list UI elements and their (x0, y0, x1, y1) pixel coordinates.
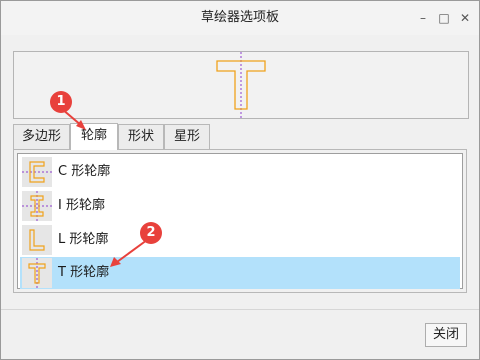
list-item-label: L 形轮廓 (58, 232, 109, 247)
list-item-label: T 形轮廓 (58, 265, 110, 280)
tab-star[interactable]: 星形 (164, 124, 210, 149)
list-item-label: I 形轮廓 (58, 198, 105, 213)
close-window-icon[interactable]: ✕ (457, 10, 473, 26)
minimize-icon[interactable]: – (415, 10, 431, 26)
tab-profile[interactable]: 轮廓 (70, 123, 118, 150)
annotation-marker-1: 1 (50, 91, 72, 113)
list-item-label: C 形轮廓 (58, 164, 111, 179)
title-bar[interactable]: 草绘器选项板 – □ ✕ (1, 1, 479, 35)
tab-shape[interactable]: 形状 (118, 124, 164, 149)
list-item-c-profile[interactable]: C 形轮廓 (20, 156, 460, 188)
t-profile-icon (22, 258, 52, 288)
c-profile-icon (22, 157, 52, 187)
t-profile-preview-icon (216, 52, 266, 118)
list-item-l-profile[interactable]: L 形轮廓 (20, 224, 460, 256)
tab-polygon[interactable]: 多边形 (13, 124, 70, 149)
dialog-window: 草绘器选项板 – □ ✕ 多边形 轮廓 形状 星形 C 形轮廓 I 形轮廓 L … (0, 0, 480, 360)
annotation-marker-2: 2 (140, 222, 162, 244)
tab-panel: C 形轮廓 I 形轮廓 L 形轮廓 T 形轮廓 (13, 149, 467, 293)
shape-preview (13, 51, 469, 119)
maximize-icon[interactable]: □ (436, 10, 452, 26)
window-title: 草绘器选项板 (200, 10, 279, 25)
close-button[interactable]: 关闭 (425, 323, 467, 347)
list-item-i-profile[interactable]: I 形轮廓 (20, 190, 460, 222)
profile-list[interactable]: C 形轮廓 I 形轮廓 L 形轮廓 T 形轮廓 (17, 153, 463, 289)
l-profile-icon (22, 225, 52, 255)
footer-divider (1, 309, 479, 310)
list-item-t-profile[interactable]: T 形轮廓 (20, 257, 460, 289)
i-profile-icon (22, 191, 52, 221)
